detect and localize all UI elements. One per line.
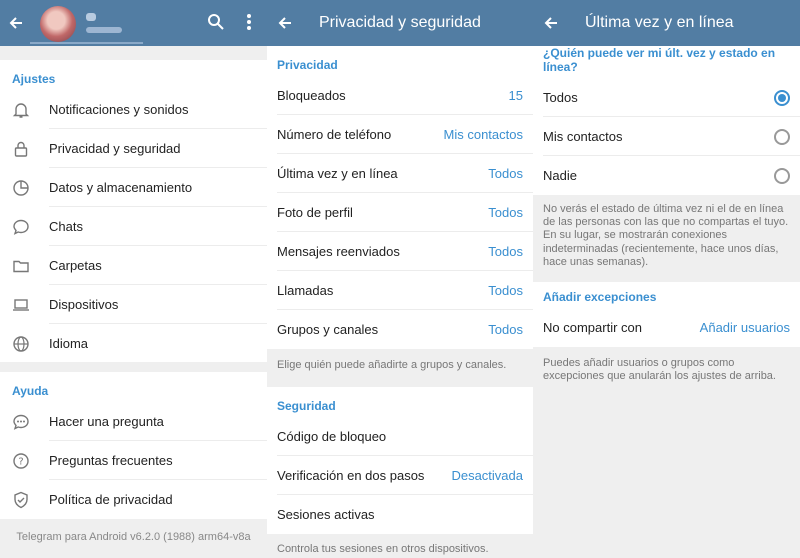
settings-section: Ajustes Notificaciones y sonidos Privaci… bbox=[0, 60, 267, 362]
avatar[interactable] bbox=[40, 6, 76, 42]
menu-item-chats[interactable]: Chats bbox=[0, 207, 267, 246]
row-groups-channels[interactable]: Grupos y canales Todos bbox=[267, 310, 533, 349]
section-title: Ayuda bbox=[12, 384, 49, 398]
sessions-note: Controla tus sesiones en otros dispositi… bbox=[267, 534, 533, 558]
arrow-left-icon bbox=[278, 17, 291, 29]
last-seen-note: No verás el estado de última vez ni el d… bbox=[533, 195, 800, 282]
radio-icon[interactable] bbox=[774, 167, 790, 184]
question-circle-icon: ? bbox=[11, 451, 31, 471]
more-button[interactable] bbox=[246, 13, 252, 36]
shield-check-icon bbox=[11, 490, 31, 510]
row-blocked[interactable]: Bloqueados 15 bbox=[267, 76, 533, 115]
exceptions-section: Añadir excepciones No compartir con Añadi… bbox=[533, 282, 800, 347]
privacy-header: Privacidad y seguridad bbox=[267, 0, 533, 46]
search-button[interactable] bbox=[207, 13, 225, 36]
search-icon bbox=[208, 14, 224, 30]
last-seen-panel: Última vez y en línea ¿Quién puede ver m… bbox=[533, 0, 800, 558]
menu-item-devices[interactable]: Dispositivos bbox=[0, 285, 267, 324]
section-title: Añadir excepciones bbox=[543, 290, 657, 304]
row-two-step-verification[interactable]: Verificación en dos pasos Desactivada bbox=[267, 456, 533, 495]
row-last-seen[interactable]: Última vez y en línea Todos bbox=[267, 154, 533, 193]
section-title: ¿Quién puede ver mi últ. vez y estado en… bbox=[543, 46, 776, 74]
folder-icon bbox=[11, 256, 31, 276]
svg-text:?: ? bbox=[18, 456, 23, 467]
privacy-section: Privacidad Bloqueados 15 Número de teléfo… bbox=[267, 46, 533, 349]
menu-item-notifications[interactable]: Notificaciones y sonidos bbox=[0, 90, 267, 129]
page-title: Privacidad y seguridad bbox=[319, 14, 481, 31]
row-never-share-with[interactable]: No compartir con Añadir usuarios bbox=[533, 308, 800, 347]
version-footer: Telegram para Android v6.2.0 (1988) arm6… bbox=[0, 522, 267, 558]
option-my-contacts[interactable]: Mis contactos bbox=[533, 117, 800, 156]
arrow-left-icon bbox=[9, 17, 22, 29]
bell-icon bbox=[11, 100, 31, 120]
section-title: Seguridad bbox=[277, 399, 336, 413]
visibility-section: ¿Quién puede ver mi últ. vez y estado en… bbox=[533, 46, 800, 195]
chat-bubble-icon bbox=[11, 217, 31, 237]
groups-note: Elige quién puede añadirte a grupos y ca… bbox=[267, 349, 533, 387]
back-button[interactable] bbox=[535, 0, 567, 46]
radio-icon[interactable] bbox=[774, 128, 790, 145]
globe-icon bbox=[11, 334, 31, 354]
radio-selected-icon[interactable] bbox=[774, 89, 790, 106]
option-everyone[interactable]: Todos bbox=[533, 78, 800, 117]
chat-dots-icon bbox=[11, 412, 31, 432]
menu-item-language[interactable]: Idioma bbox=[0, 324, 267, 363]
menu-item-privacy[interactable]: Privacidad y seguridad bbox=[0, 129, 267, 168]
menu-item-faq[interactable]: ? Preguntas frecuentes bbox=[0, 441, 267, 480]
page-title: Última vez y en línea bbox=[585, 14, 734, 31]
option-nobody[interactable]: Nadie bbox=[533, 156, 800, 195]
arrow-left-icon bbox=[544, 17, 557, 29]
menu-item-privacy-policy[interactable]: Política de privacidad bbox=[0, 480, 267, 519]
privacy-security-panel: Privacidad y seguridad Privacidad Bloque… bbox=[267, 0, 533, 558]
row-phone-number[interactable]: Número de teléfono Mis contactos bbox=[267, 115, 533, 154]
back-button[interactable] bbox=[0, 0, 32, 46]
add-users-link[interactable]: Añadir usuarios bbox=[700, 320, 790, 335]
row-passcode[interactable]: Código de bloqueo bbox=[267, 417, 533, 456]
row-active-sessions[interactable]: Sesiones activas bbox=[267, 495, 533, 534]
row-forwarded-messages[interactable]: Mensajes reenviados Todos bbox=[267, 232, 533, 271]
help-section: Ayuda Hacer una pregunta ? Preguntas fre… bbox=[0, 372, 267, 519]
settings-panel: Ajustes Notificaciones y sonidos Privaci… bbox=[0, 0, 267, 558]
settings-header bbox=[0, 0, 267, 46]
profile-name bbox=[86, 13, 96, 21]
row-profile-photo[interactable]: Foto de perfil Todos bbox=[267, 193, 533, 232]
lock-icon bbox=[11, 139, 31, 159]
menu-item-folders[interactable]: Carpetas bbox=[0, 246, 267, 285]
security-section: Seguridad Código de bloqueo Verificación… bbox=[267, 387, 533, 534]
back-button[interactable] bbox=[269, 0, 301, 46]
section-title: Ajustes bbox=[12, 72, 56, 86]
more-vertical-icon bbox=[247, 14, 251, 30]
section-title: Privacidad bbox=[277, 58, 338, 72]
profile-status bbox=[86, 27, 122, 33]
laptop-icon bbox=[11, 295, 31, 315]
clock-icon bbox=[11, 178, 31, 198]
menu-item-ask-question[interactable]: Hacer una pregunta bbox=[0, 402, 267, 441]
row-calls[interactable]: Llamadas Todos bbox=[267, 271, 533, 310]
menu-item-data[interactable]: Datos y almacenamiento bbox=[0, 168, 267, 207]
last-seen-header: Última vez y en línea bbox=[533, 0, 800, 46]
exceptions-note: Puedes añadir usuarios o grupos como exc… bbox=[533, 347, 800, 392]
